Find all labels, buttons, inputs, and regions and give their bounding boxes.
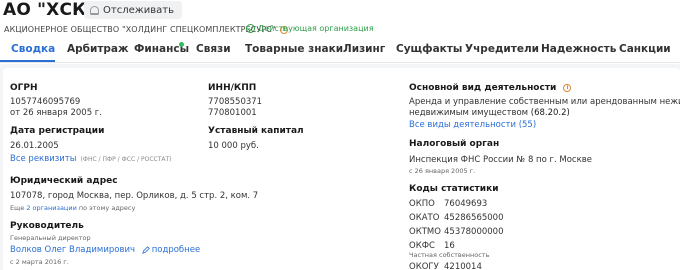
capital-value: 10 000 руб. xyxy=(208,141,259,151)
okfs-note: Частная собственность xyxy=(409,251,490,259)
tab-summary[interactable]: Сводка xyxy=(11,43,55,55)
tab-arbitration[interactable]: Арбитраж xyxy=(67,43,128,55)
activity-code: (68.20.2) xyxy=(530,108,570,118)
address-value: 107078, город Москва, пер. Орликов, д. 5… xyxy=(10,191,259,201)
address-orgs-link[interactable]: 2 организации xyxy=(26,204,77,212)
company-full-name-text: АКЦИОНЕРНОЕ ОБЩЕСТВО "ХОЛДИНГ СПЕЦКОМПЛЕ… xyxy=(4,25,276,34)
details-sources: (ФНС / ПФР / ФСС / РОССТАТ) xyxy=(80,156,172,163)
details-icon xyxy=(141,245,150,254)
track-button[interactable]: Отслеживать xyxy=(84,1,182,19)
activity-label-row: Основной вид деятельности i xyxy=(409,83,572,93)
head-more-text: подробнее xyxy=(151,245,201,255)
stat-code-value: 45378000000 xyxy=(444,227,504,237)
stat-code-name: ОКОГУ xyxy=(409,262,439,270)
tax-office-value: Инспекция ФНС России № 8 по г. Москве xyxy=(409,155,592,165)
tax-office-date: с 26 января 2005 г. xyxy=(409,167,476,175)
activity-line2-text: недвижимым имуществом xyxy=(409,108,529,118)
ogrn-value: 1057746095769 xyxy=(10,97,81,107)
activity-label: Основной вид деятельности xyxy=(409,83,557,93)
capital-label: Уставный капитал xyxy=(208,126,304,136)
stat-code-name: ОКФС xyxy=(409,241,435,251)
all-details-row: Все реквизиты (ФНС / ПФР / ФСС / РОССТАТ) xyxy=(10,154,172,164)
address-more-suffix: по этому адресу xyxy=(78,204,136,212)
stat-codes-label: Коды статистики xyxy=(409,184,499,194)
status-text: Действующая организация xyxy=(258,24,374,33)
stat-code-value: 4210014 xyxy=(444,262,482,270)
stat-code-name: ОКПО xyxy=(409,199,435,209)
active-tab-indicator xyxy=(0,60,55,62)
tab-facts[interactable]: Сущфакты xyxy=(396,43,462,55)
stat-code-name: ОКТМО xyxy=(409,227,441,237)
head-role: Генеральный директор xyxy=(10,234,91,242)
head-row: Волков Олег Владимирович подробнее xyxy=(10,245,200,255)
head-more-link[interactable]: подробнее xyxy=(141,245,201,255)
tab-bar: Сводка Арбитраж Финансы Связи Товарные з… xyxy=(0,38,680,63)
reg-date-label: Дата регистрации xyxy=(10,126,105,136)
tab-links[interactable]: Связи xyxy=(196,43,231,55)
bell-icon xyxy=(90,5,99,15)
check-circle-icon xyxy=(246,24,255,33)
tax-office-label: Налоговый орган xyxy=(409,139,500,149)
address-more: Еще 2 организации по этому адресу xyxy=(10,204,135,212)
tab-sanctions[interactable]: Санкции xyxy=(619,43,671,55)
tab-trademarks[interactable]: Товарные знаки xyxy=(245,43,343,55)
summary-card: ОГРН 1057746095769 от 26 января 2005 г. … xyxy=(3,68,680,270)
activity-line1: Аренда и управление собственным или арен… xyxy=(409,97,680,107)
reg-date-value: 26.01.2005 xyxy=(10,141,59,151)
ogrn-date: от 26 января 2005 г. xyxy=(10,108,102,118)
info-icon[interactable]: i xyxy=(563,83,572,92)
ogrn-label: ОГРН xyxy=(10,83,38,93)
tab-reliability[interactable]: Надежность xyxy=(541,43,616,55)
inn-value: 7708550371 xyxy=(208,97,263,107)
address-label: Юридический адрес xyxy=(10,176,118,186)
track-button-label: Отслеживать xyxy=(103,4,174,16)
all-activities-link[interactable]: Все виды деятельности (55) xyxy=(409,120,536,130)
stat-code-value: 45286565000 xyxy=(444,213,504,223)
all-details-link[interactable]: Все реквизиты xyxy=(10,154,76,164)
stat-code-value: 16 xyxy=(444,241,455,251)
main-content: ОГРН 1057746095769 от 26 января 2005 г. … xyxy=(0,64,680,270)
tab-leasing[interactable]: Лизинг xyxy=(343,43,385,55)
stat-code-value: 76049693 xyxy=(444,199,488,209)
head-label: Руководитель xyxy=(10,221,84,231)
activity-line2: недвижимым имуществом (68.20.2) xyxy=(409,108,570,118)
tab-founders[interactable]: Учредители xyxy=(465,43,539,55)
inn-kpp-label: ИНН/КПП xyxy=(208,83,257,93)
address-more-prefix: Еще xyxy=(10,204,25,212)
stat-code-name: ОКАТО xyxy=(409,213,440,223)
new-indicator-dot xyxy=(179,42,184,47)
kpp-value: 770801001 xyxy=(208,108,257,118)
head-date: с 2 марта 2016 г. xyxy=(10,258,69,266)
status-badge: Действующая организация xyxy=(246,24,374,33)
head-name-link[interactable]: Волков Олег Владимирович xyxy=(10,245,135,255)
